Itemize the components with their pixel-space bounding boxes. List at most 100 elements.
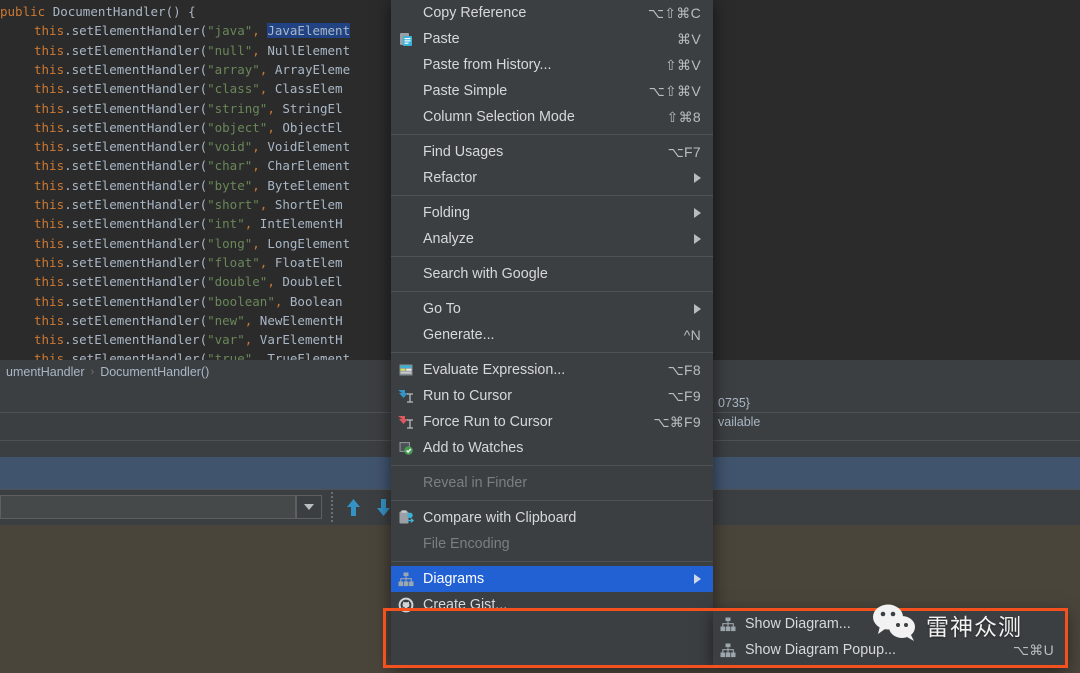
menu-item-folding[interactable]: Folding [391, 200, 713, 226]
compare-with-clipboard-icon [391, 508, 421, 528]
code-line: this.setElementHandler("java", JavaEleme… [34, 23, 351, 39]
menu-item-compare-with-clipboard[interactable]: Compare with Clipboard [391, 505, 713, 531]
menu-item-paste-simple[interactable]: Paste Simple ⌥⇧⌘V [391, 78, 713, 104]
debug-line: 0735} [718, 396, 750, 410]
menu-item-analyze[interactable]: Analyze [391, 226, 713, 252]
menu-item-copy-reference[interactable]: Copy Reference ⌥⇧⌘C [391, 0, 713, 26]
code-line: this.setElementHandler("char", CharEleme… [34, 158, 351, 174]
menu-item-evaluate-expression[interactable]: Evaluate Expression... ⌥F8 [391, 357, 713, 383]
no-icon [391, 534, 421, 554]
toolbar-drag-handle[interactable] [331, 492, 333, 522]
menu-item-show-diagram[interactable]: Show Diagram... [713, 611, 1066, 637]
menu-item-shortcut: ⌥⇧⌘V [648, 82, 701, 99]
menu-item-shortcut: ⌥F8 [667, 361, 701, 378]
menu-item-run-to-cursor[interactable]: Run to Cursor ⌥F9 [391, 383, 713, 409]
code-line: this.setElementHandler("float", FloatEle… [34, 254, 343, 270]
menu-item-shortcut: ⌥F9 [667, 387, 701, 404]
code-line: this.setElementHandler("new", NewElement… [34, 312, 343, 328]
arrow-up-icon[interactable] [341, 495, 365, 519]
code-line: this.setElementHandler("object", ObjectE… [34, 119, 343, 135]
menu-separator [391, 465, 713, 466]
chevron-right-icon [694, 234, 701, 244]
add-to-watches-icon [391, 438, 421, 458]
menu-item-label: Folding [423, 205, 470, 221]
menu-item-file-encoding: File Encoding [391, 531, 713, 557]
menu-item-label: Column Selection Mode [423, 109, 575, 125]
menu-item-label: Go To [423, 301, 461, 317]
clipboard-paste-icon [391, 29, 421, 49]
menu-item-label: Find Usages [423, 144, 504, 160]
menu-item-shortcut: ⌥⌘F9 [653, 413, 701, 430]
code-line: this.setElementHandler("string", StringE… [34, 100, 343, 116]
chevron-right-icon [694, 304, 701, 314]
editor-context-menu[interactable]: Copy Reference ⌥⇧⌘C Paste ⌘V Paste from Hist… [391, 0, 713, 666]
no-icon [391, 55, 421, 75]
diagrams-submenu[interactable]: Show Diagram... Show Diagram Popup... ⌥⌘U [713, 611, 1066, 668]
menu-item-label: Analyze [423, 231, 474, 247]
menu-item-reveal-in-finder: Reveal in Finder [391, 470, 713, 496]
github-icon [391, 595, 421, 615]
no-icon [391, 168, 421, 188]
code-line: this.setElementHandler("int", IntElement… [34, 216, 343, 232]
no-icon [391, 473, 421, 493]
menu-item-label: Evaluate Expression... [423, 362, 566, 378]
menu-item-label: Show Diagram... [745, 616, 851, 632]
menu-separator [391, 352, 713, 353]
menu-separator [391, 195, 713, 196]
menu-item-add-to-watches[interactable]: Add to Watches [391, 435, 713, 461]
code-line: this.setElementHandler("null", NullEleme… [34, 42, 351, 58]
diagram-icon [391, 569, 421, 589]
diagram-icon [713, 614, 743, 634]
search-input[interactable] [0, 495, 296, 519]
menu-separator [391, 256, 713, 257]
code-line: this.setElementHandler("true", TrueEleme… [34, 351, 351, 360]
menu-item-force-run-to-cursor[interactable]: Force Run to Cursor ⌥⌘F9 [391, 409, 713, 435]
code-line: this.setElementHandler("boolean", Boolea… [34, 293, 343, 309]
menu-item-label: Force Run to Cursor [423, 414, 553, 430]
menu-item-generate[interactable]: Generate... ^N [391, 322, 713, 348]
no-icon [391, 264, 421, 284]
menu-item-label: Search with Google [423, 266, 548, 282]
code-line: this.setElementHandler("class", ClassEle… [34, 81, 343, 97]
breadcrumb-item-method[interactable]: DocumentHandler() [94, 365, 215, 379]
menu-separator [391, 561, 713, 562]
menu-separator [391, 500, 713, 501]
menu-item-label: Copy Reference [423, 5, 527, 21]
breadcrumb-item-class[interactable]: umentHandler [0, 365, 91, 379]
no-icon [391, 107, 421, 127]
code-line: this.setElementHandler("short", ShortEle… [34, 197, 343, 212]
menu-item-label: Paste from History... [423, 57, 552, 73]
menu-item-go-to[interactable]: Go To [391, 296, 713, 322]
menu-item-show-diagram-popup[interactable]: Show Diagram Popup... ⌥⌘U [713, 637, 1066, 663]
run-to-cursor-icon [391, 386, 421, 406]
chevron-down-icon[interactable] [296, 495, 322, 519]
code-line: this.setElementHandler("long", LongEleme… [34, 235, 351, 251]
menu-separator [391, 134, 713, 135]
menu-item-refactor[interactable]: Refactor [391, 165, 713, 191]
evaluate-expression-icon [391, 360, 421, 380]
menu-item-label: Add to Watches [423, 440, 524, 456]
menu-item-find-usages[interactable]: Find Usages ⌥F7 [391, 139, 713, 165]
menu-item-label: Create Gist... [423, 597, 508, 613]
code-line: this.setElementHandler("array", ArrayEle… [34, 61, 351, 77]
menu-item-paste[interactable]: Paste ⌘V [391, 26, 713, 52]
menu-item-shortcut: ⌥F7 [667, 143, 701, 160]
menu-item-label: Refactor [423, 170, 478, 186]
no-icon [391, 229, 421, 249]
code-line: this.setElementHandler("void", VoidEleme… [34, 139, 351, 155]
menu-item-column-selection-mode[interactable]: Column Selection Mode ⇧⌘8 [391, 104, 713, 130]
no-icon [391, 81, 421, 101]
menu-item-label: Show Diagram Popup... [745, 642, 896, 658]
menu-item-create-gist[interactable]: Create Gist... [391, 592, 713, 618]
menu-item-label: Paste Simple [423, 83, 508, 99]
menu-item-shortcut: ⌥⌘U [1012, 641, 1054, 658]
menu-item-label: Diagrams [423, 571, 485, 587]
menu-item-label: Reveal in Finder [423, 475, 528, 491]
menu-item-shortcut: ⌥⇧⌘C [647, 4, 701, 21]
menu-item-diagrams[interactable]: Diagrams [391, 566, 713, 592]
no-icon [391, 142, 421, 162]
menu-item-search-with-google[interactable]: Search with Google [391, 261, 713, 287]
menu-separator [391, 291, 713, 292]
menu-item-paste-from-history[interactable]: Paste from History... ⇧⌘V [391, 52, 713, 78]
code-line: this.setElementHandler("double", DoubleE… [34, 274, 343, 290]
